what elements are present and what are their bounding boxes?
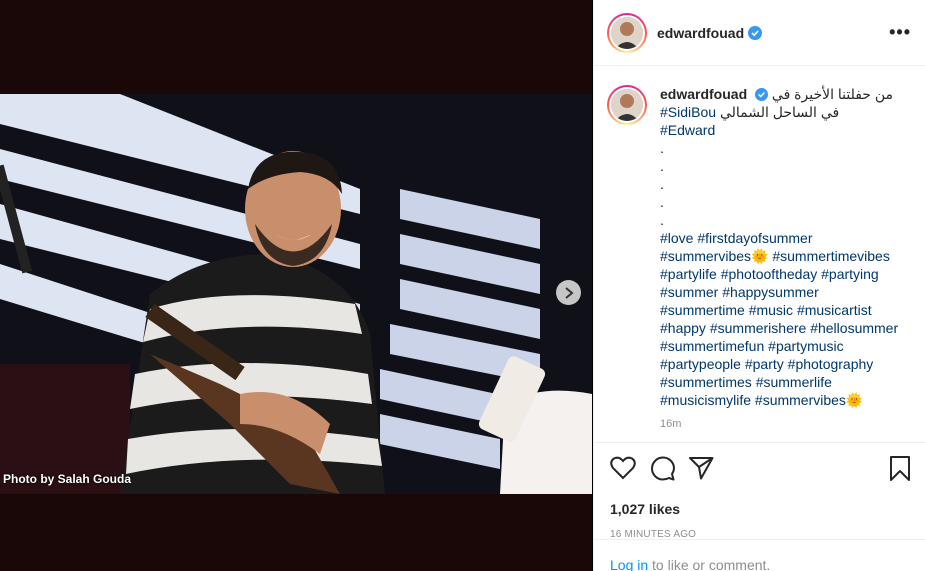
verified-badge-icon <box>755 88 769 101</box>
hashtag-link[interactable]: #summerishere <box>710 320 806 336</box>
hashtag-link[interactable]: #summervibes🌞 <box>660 248 768 264</box>
hashtag-link[interactable]: #party <box>745 356 784 372</box>
hashtag-link[interactable]: #photooftheday <box>721 266 818 282</box>
media-pane: Photo by Salah Gouda <box>0 0 592 571</box>
verified-badge-icon <box>748 25 763 40</box>
caption-dot: . <box>660 194 664 210</box>
post-side-panel: edwardfouad ••• edwardfouad من حفلتنا ال… <box>593 0 925 571</box>
photo-credit: Photo by Salah Gouda <box>3 472 132 486</box>
login-prompt: Log in to like or comment. <box>594 539 925 571</box>
hashtag-link[interactable]: #SidiBou <box>660 104 716 120</box>
hashtag-block: #love #firstdayofsummer #summervibes🌞 #su… <box>660 229 911 409</box>
hashtag-link[interactable]: #partying <box>821 266 879 282</box>
caption-username[interactable]: edwardfouad <box>660 86 747 102</box>
hashtag-link[interactable]: #partypeople <box>660 356 741 372</box>
login-link[interactable]: Log in <box>610 557 648 571</box>
hashtag-link[interactable]: #love <box>660 230 693 246</box>
hashtag-link[interactable]: #musicartist <box>797 302 872 318</box>
share-icon[interactable] <box>689 456 714 480</box>
caption-dot: . <box>660 158 664 174</box>
hashtag-link[interactable]: #summertimefun <box>660 338 764 354</box>
hashtag-line: #partypeople #party #photography <box>660 355 911 373</box>
caption-line-2: في الساحل الشمالي <box>719 104 840 120</box>
caption-dots: . . . . . <box>660 139 911 229</box>
post-username[interactable]: edwardfouad <box>657 25 744 41</box>
hashtag-link[interactable]: #happy <box>660 320 706 336</box>
hashtag-link[interactable]: #hellosummer <box>810 320 898 336</box>
hashtag-line: #summertimes #summerlife <box>660 373 911 391</box>
caption-dot: . <box>660 212 664 228</box>
post-actions: 1,027 likes 16 MINUTES AGO <box>594 442 925 540</box>
hashtag-link[interactable]: #summervibes🌞 <box>755 392 863 408</box>
caption-row: edwardfouad من حفلتنا الأخيرة في #SidiBo… <box>607 85 911 433</box>
caption-text: edwardfouad من حفلتنا الأخيرة في #SidiBo… <box>660 85 911 433</box>
caption-line-1: من حفلتنا الأخيرة في <box>771 86 893 102</box>
post-header: edwardfouad ••• <box>594 0 925 66</box>
caption-avatar[interactable] <box>607 85 647 125</box>
hashtag-line: #summertimefun #partymusic <box>660 337 911 355</box>
hashtag-link[interactable]: #partylife <box>660 266 717 282</box>
hashtag-link[interactable]: #summertimevibes <box>772 248 889 264</box>
hashtag-line: #musicismylife #summervibes🌞 <box>660 391 911 409</box>
avatar[interactable] <box>607 12 647 53</box>
login-prompt-text: to like or comment. <box>648 557 771 571</box>
hashtag-link[interactable]: #summertime <box>660 302 745 318</box>
comments-area: edwardfouad من حفلتنا الأخيرة في #SidiBo… <box>594 67 925 442</box>
more-options-icon[interactable]: ••• <box>889 22 911 43</box>
hashtag-line: #summertime #music #musicartist <box>660 301 911 319</box>
hashtag-line: #summer #happysummer <box>660 283 911 301</box>
hashtag-link[interactable]: #photography <box>788 356 874 372</box>
hashtag-line: #partylife #photooftheday #partying <box>660 265 911 283</box>
comment-icon[interactable] <box>650 456 675 481</box>
hashtag-link[interactable]: #partymusic <box>768 338 843 354</box>
caption-time: 16m <box>660 418 682 430</box>
next-photo-button[interactable] <box>556 280 581 305</box>
save-bookmark-icon[interactable] <box>889 455 911 481</box>
hashtag-link[interactable]: #musicismylife <box>660 392 751 408</box>
hashtag-link[interactable]: #summertimes <box>660 374 752 390</box>
hashtag-line: #summervibes🌞 #summertimevibes <box>660 247 911 265</box>
post-photo[interactable] <box>0 94 592 494</box>
concert-photo <box>0 94 592 494</box>
hashtag-link[interactable]: #firstdayofsummer <box>697 230 812 246</box>
hashtag-link[interactable]: #happysummer <box>722 284 819 300</box>
hashtag-link[interactable]: #summerlife <box>756 374 832 390</box>
hashtag-link[interactable]: #Edward <box>660 122 715 138</box>
like-heart-icon[interactable] <box>610 456 636 480</box>
hashtag-line: #happy #summerishere #hellosummer <box>660 319 911 337</box>
hashtag-link[interactable]: #music <box>749 302 793 318</box>
hashtag-link[interactable]: #summer <box>660 284 718 300</box>
chevron-right-icon <box>564 286 574 299</box>
likes-count[interactable]: 1,027 likes <box>610 501 911 517</box>
caption-dot: . <box>660 140 664 156</box>
caption-dot: . <box>660 176 664 192</box>
hashtag-line: #love #firstdayofsummer <box>660 229 911 247</box>
